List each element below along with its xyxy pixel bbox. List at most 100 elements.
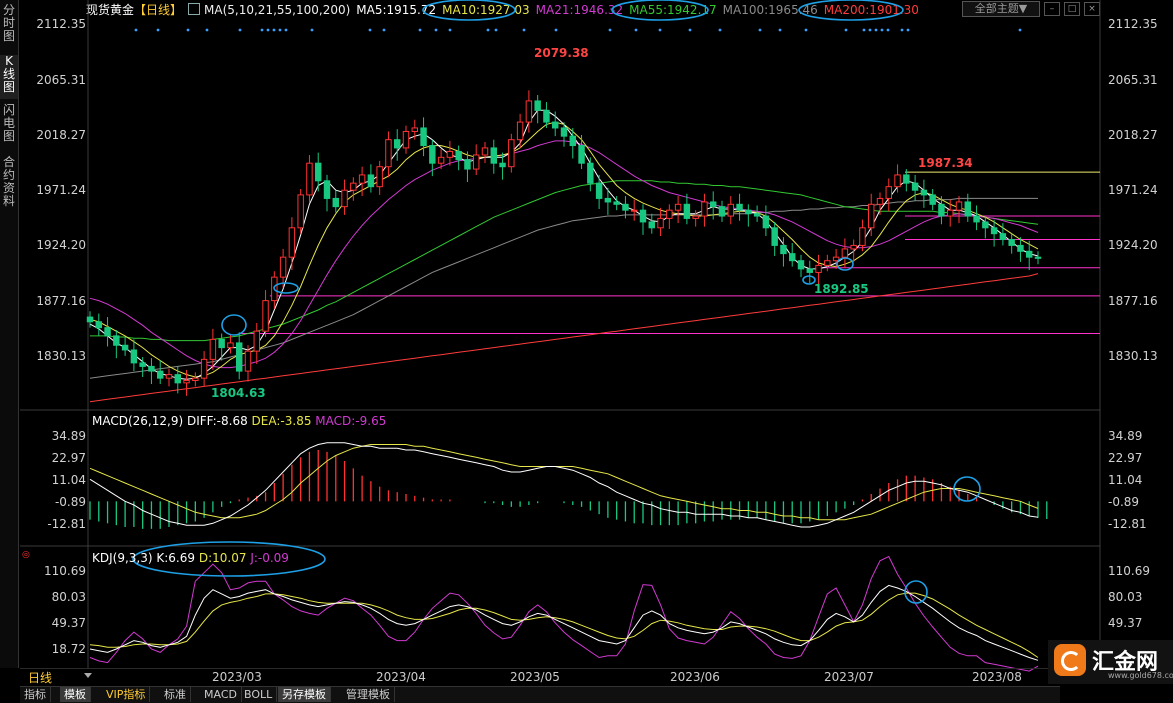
candle-body [200, 358, 208, 379]
candle-body [622, 203, 629, 211]
event-marker-dot [868, 28, 872, 32]
event-marker-dot [310, 28, 314, 32]
axis-tick-label: 110.69 [44, 564, 86, 579]
tab-vip-indicator[interactable]: VIP指标 [102, 687, 151, 702]
candle-body [824, 260, 831, 266]
kdj-header: KDJ(9,3,3) K:6.69 D:10.07 J:-0.09 [92, 551, 289, 565]
tab-macd[interactable]: MACD [200, 687, 242, 702]
highlight-circle [611, 0, 709, 21]
candle-body [999, 233, 1007, 241]
candle-body [692, 215, 699, 219]
event-marker-dot [368, 28, 372, 32]
highlight-circle [798, 0, 904, 21]
candle-body [648, 221, 655, 229]
period-selector[interactable]: 日线 [28, 669, 52, 686]
candle-body [157, 370, 164, 379]
event-marker-dot [804, 28, 808, 32]
event-marker-dot [260, 28, 264, 32]
axis-tick-label: 2112.35 [1108, 17, 1158, 32]
event-marker-dot [554, 28, 558, 32]
event-marker-dot [874, 28, 878, 32]
candle-body [938, 203, 945, 217]
candle-body [718, 206, 726, 217]
candle-body [481, 147, 489, 156]
macd-header: MACD(26,12,9) DIFF:-8.68 DEA:-3.85 MACD:… [92, 414, 386, 428]
candle-body [139, 362, 146, 367]
candle-body [227, 342, 234, 349]
price-chart[interactable] [0, 0, 1173, 702]
high-price-label: 2079.38 [534, 46, 589, 60]
highlight-circle [422, 0, 516, 21]
candle-body [753, 213, 761, 217]
event-marker-dot [134, 28, 138, 32]
candle-body [358, 174, 366, 184]
kdj-params: KDJ(9,3,3) [92, 551, 153, 565]
event-marker-dot [156, 28, 160, 32]
candle-body [947, 209, 954, 217]
candle-body [903, 174, 910, 184]
event-marker-dot [634, 28, 638, 32]
candle-body [104, 327, 111, 337]
logo-icon [1054, 644, 1086, 676]
axis-tick-label: 2018.27 [36, 127, 86, 142]
axis-tick-label: 34.89 [1108, 429, 1143, 444]
axis-tick-label: 2018.27 [1108, 127, 1158, 142]
candle-body [850, 244, 857, 250]
event-marker-dot [494, 28, 498, 32]
axis-tick-label: 80.03 [51, 590, 86, 605]
candle-body [920, 189, 928, 196]
event-marker-dot [284, 28, 288, 32]
tab-indicator[interactable]: 指标 [20, 687, 51, 702]
candle-body [806, 268, 813, 273]
candle-body [578, 145, 585, 164]
tab-boll[interactable]: BOLL [240, 687, 278, 702]
candle-body [508, 139, 515, 168]
tab-template[interactable]: 模板 [60, 687, 91, 702]
event-marker-dot [238, 28, 242, 32]
tab-save-template[interactable]: 另存模板 [278, 687, 331, 702]
tab-standard[interactable]: 标准 [160, 687, 191, 702]
macd-dea-line [89, 444, 1039, 521]
kdj-k-value: K:6.69 [156, 551, 196, 565]
candle-body [639, 209, 647, 223]
date-label: 2023/03 [212, 670, 262, 684]
ma200-line [89, 273, 1039, 403]
candle-body [560, 127, 568, 137]
date-label: 2023/04 [376, 670, 426, 684]
candle-body [631, 209, 638, 212]
candle-body [288, 227, 296, 258]
candle-body [745, 209, 752, 215]
event-marker-dot [186, 28, 190, 32]
date-label: 2023/06 [670, 670, 720, 684]
candle-body [876, 197, 884, 205]
candle-body [174, 374, 181, 384]
candle-body [297, 194, 304, 229]
event-marker-dot [278, 28, 282, 32]
candle-body [955, 201, 963, 211]
candle-body [376, 166, 383, 188]
candle-body [113, 335, 120, 346]
logo-url: www.gold678.com [1108, 671, 1173, 680]
tab-manage-template[interactable]: 管理模板 [342, 687, 395, 702]
template-tab-bar: 指标 模板 VIP指标 标准 MACD BOLL 另存模板 管理模板 [20, 686, 1060, 703]
candle-body [253, 330, 260, 352]
event-marker-dot [205, 28, 209, 32]
candle-body [394, 139, 401, 149]
axis-tick-label: 1877.16 [36, 293, 86, 308]
axis-tick-label: 1830.13 [1108, 348, 1158, 363]
candle-body [332, 197, 339, 208]
axis-tick-label: 34.89 [51, 429, 86, 444]
recent-low-label: 1892.85 [814, 282, 869, 296]
kdj-j-line [89, 555, 1039, 672]
event-marker-dot [382, 28, 386, 32]
kdj-j-value: J:-0.09 [250, 551, 289, 565]
candle-body [990, 227, 998, 235]
chevron-down-icon[interactable] [84, 673, 92, 678]
ma100-line [89, 197, 1038, 379]
kdj-settings-icon[interactable]: ◎ [22, 550, 30, 560]
candle-body [279, 256, 287, 278]
ma10-line [89, 121, 1039, 378]
candle-body [455, 150, 462, 161]
event-marker-dot [862, 28, 866, 32]
candle-body [244, 350, 252, 372]
